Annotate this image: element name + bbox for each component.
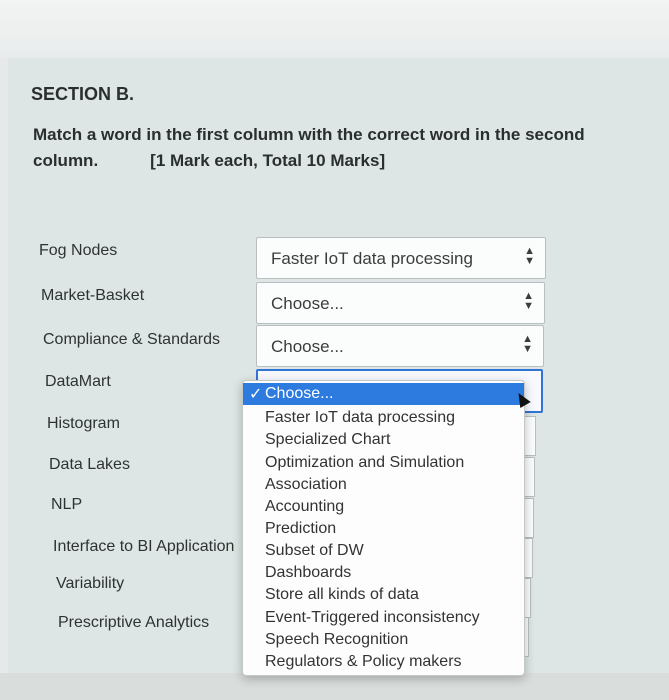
select-value: Choose... <box>271 294 344 313</box>
dropdown-option[interactable]: Optimization and Simulation <box>243 452 524 474</box>
term-label: Fog Nodes <box>39 242 118 259</box>
option-label: Regulators & Policy makers <box>265 653 462 670</box>
option-label: Optimization and Simulation <box>265 454 465 471</box>
instructions: Match a word in the first column with th… <box>33 122 633 174</box>
select-arrows-icon: ▲ ▼ <box>523 290 534 312</box>
dropdown-option[interactable]: Speech Recognition <box>243 629 524 651</box>
option-label: Accounting <box>265 498 345 515</box>
section-title: SECTION B. <box>31 84 135 104</box>
term-label: Prescriptive Analytics <box>58 614 210 631</box>
option-label: Choose... <box>265 385 334 402</box>
term-label: Market-Basket <box>41 287 145 304</box>
option-label: Store all kinds of data <box>265 586 419 603</box>
dropdown-option[interactable]: Accounting <box>243 496 524 518</box>
choose-dropdown-menu[interactable]: ✓ Choose... Faster IoT data processing S… <box>242 380 525 676</box>
select-arrows-icon: ▲ ▼ <box>524 245 535 267</box>
select-value: Choose... <box>271 337 344 356</box>
dropdown-option[interactable]: Faster IoT data processing <box>243 407 524 429</box>
dropdown-option[interactable]: Association <box>243 474 524 496</box>
term-label: Interface to BI Application <box>53 538 235 555</box>
instructions-line2: column. <box>33 151 99 170</box>
option-label: Speech Recognition <box>265 631 409 648</box>
dropdown-option[interactable]: Subset of DW <box>243 540 524 562</box>
dropdown-option[interactable]: Event-Triggered inconsistency <box>243 607 524 629</box>
term-label: DataMart <box>45 373 111 390</box>
dropdown-option[interactable]: Specialized Chart <box>243 429 524 451</box>
instructions-line1: Match a word in the first column with th… <box>33 125 585 144</box>
term-label: Histogram <box>47 415 120 432</box>
option-label: Association <box>265 476 347 493</box>
term-label: Variability <box>56 575 125 592</box>
option-label: Faster IoT data processing <box>265 409 456 426</box>
dropdown-option[interactable]: Store all kinds of data <box>243 584 524 606</box>
option-label: Subset of DW <box>265 542 364 559</box>
select-value: Faster IoT data processing <box>271 249 473 268</box>
dropdown-option-choose[interactable]: ✓ Choose... <box>243 383 524 405</box>
option-label: Specialized Chart <box>265 431 391 448</box>
dropdown-option[interactable]: Prediction <box>243 518 524 540</box>
dropdown-option[interactable]: Dashboards <box>243 562 524 584</box>
option-label: Dashboards <box>265 564 352 581</box>
answer-select-fog-nodes[interactable]: Faster IoT data processing ▲ ▼ <box>256 237 546 279</box>
checkmark-icon: ✓ <box>249 386 263 403</box>
term-label: Compliance & Standards <box>43 331 220 348</box>
option-label: Prediction <box>265 520 337 537</box>
answer-select-compliance[interactable]: Choose... ▲ ▼ <box>256 325 544 367</box>
dropdown-option[interactable]: Regulators & Policy makers <box>243 651 524 673</box>
answer-select-market-basket[interactable]: Choose... ▲ ▼ <box>256 282 545 324</box>
bottom-band <box>0 673 669 700</box>
term-label: NLP <box>51 496 83 513</box>
term-label: Data Lakes <box>49 456 130 473</box>
top-band <box>0 0 669 58</box>
select-arrows-icon: ▲ ▼ <box>522 333 533 355</box>
option-label: Event-Triggered inconsistency <box>265 609 480 626</box>
marks-info: [1 Mark each, Total 10 Marks] <box>150 151 386 170</box>
